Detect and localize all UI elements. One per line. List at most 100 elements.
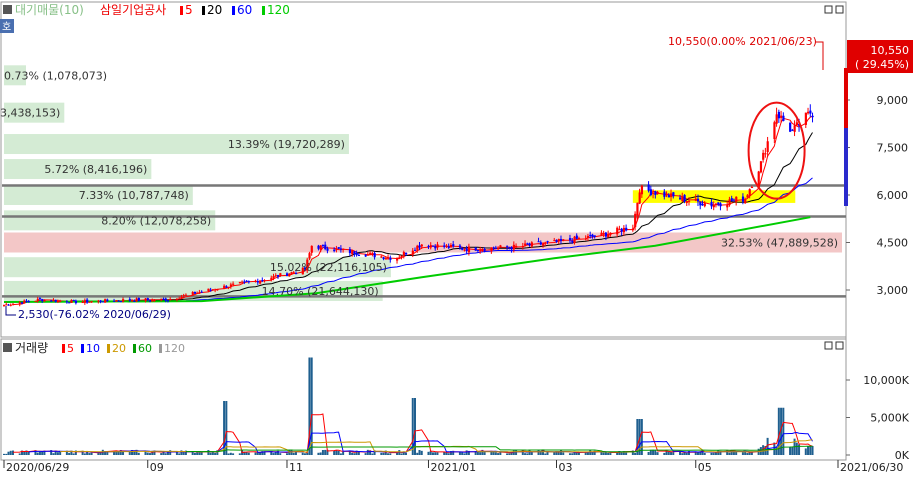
- candle-body: [411, 250, 414, 255]
- candle-body: [247, 281, 251, 283]
- candle-body: [591, 234, 594, 237]
- high-annotation: 10,550(0.00% 2021/06/23): [668, 35, 817, 48]
- volume-bar: [811, 446, 814, 455]
- candle-body: [809, 110, 812, 114]
- volume-bar: [209, 452, 212, 455]
- candle-body: [416, 245, 419, 250]
- volume-bar: [625, 452, 628, 455]
- volume-bar: [321, 449, 324, 455]
- volume-legend-swatch: [133, 344, 136, 353]
- candle-body: [135, 298, 138, 302]
- volume-bar: [508, 453, 511, 455]
- candle-body: [609, 232, 612, 235]
- candle-body: [9, 304, 12, 306]
- candle-body: [241, 281, 244, 283]
- candle-body: [128, 299, 131, 301]
- candle-body: [184, 294, 188, 296]
- volume-bar: [214, 452, 217, 455]
- volume-axis: 10,000K5,000K0K: [846, 374, 910, 462]
- x-tick-label: 2021/01: [430, 461, 476, 474]
- candle-body: [573, 236, 576, 244]
- candle-body: [86, 299, 89, 303]
- candle-body: [70, 300, 73, 303]
- candle-body: [339, 248, 343, 250]
- candle-body: [515, 245, 518, 247]
- volume-bar: [279, 453, 282, 455]
- candle-body: [317, 245, 320, 249]
- volume-bar: [663, 452, 666, 455]
- candle-body: [59, 300, 62, 302]
- volume-bar: [9, 450, 12, 455]
- candle-body: [398, 257, 401, 259]
- candle-body: [193, 291, 197, 294]
- volume-bar: [571, 453, 574, 455]
- volume-bar: [530, 452, 533, 455]
- volume-bar: [303, 453, 306, 455]
- candle-body: [604, 232, 608, 237]
- candle-body: [789, 122, 792, 132]
- volume-bar: [544, 453, 547, 455]
- volume-bar: [782, 407, 785, 455]
- candle-body: [50, 300, 53, 302]
- volume-bar: [539, 452, 542, 455]
- volume-bar: [670, 452, 673, 455]
- candle-body: [616, 227, 619, 235]
- volume-bar: [494, 452, 497, 455]
- ma-legend-swatch: [232, 6, 235, 15]
- candle-body: [259, 280, 262, 284]
- volume-legend-swatch: [81, 344, 84, 353]
- candle-body: [667, 195, 670, 198]
- volume-tick-label: 5,000K: [870, 412, 909, 425]
- candle-body: [732, 199, 736, 201]
- candle-body: [701, 203, 704, 206]
- candle-body: [166, 300, 170, 302]
- candle-body: [795, 122, 799, 126]
- volume-bar: [52, 453, 55, 455]
- volume-bar: [382, 452, 385, 455]
- candle-body: [744, 198, 747, 204]
- volume-bar: [735, 451, 738, 455]
- candle-body: [146, 298, 149, 300]
- candle-body: [681, 196, 684, 201]
- candle-body: [214, 289, 217, 291]
- candle-body: [467, 246, 471, 253]
- volume-bar: [791, 446, 794, 455]
- volume-bar: [795, 442, 798, 455]
- volume-bar: [380, 452, 383, 455]
- volume-bar: [537, 450, 540, 455]
- candle-body: [355, 253, 358, 256]
- volume-legend-swatch: [159, 344, 162, 353]
- candle-body: [434, 246, 437, 249]
- candle-body: [499, 245, 502, 248]
- volume-bar: [710, 452, 713, 455]
- candle-body: [730, 198, 733, 202]
- candle-body: [223, 285, 226, 289]
- candle-body: [245, 280, 248, 282]
- volume-bar: [324, 449, 327, 455]
- candle-body: [735, 196, 738, 202]
- volume-bar: [465, 450, 468, 455]
- ma-legend-swatch: [180, 6, 183, 15]
- volume-bar: [418, 450, 421, 455]
- candle-body: [148, 300, 152, 302]
- volume-bar: [178, 453, 181, 455]
- volume-bar: [681, 453, 684, 455]
- volume-bar: [5, 453, 8, 455]
- volume-bar: [11, 450, 14, 455]
- volume-bar: [227, 453, 230, 455]
- candle-body: [665, 193, 668, 196]
- volume-profile-label: 8.20% (12,078,258): [101, 214, 211, 227]
- volume-bar: [319, 452, 322, 455]
- volume-bar: [371, 453, 374, 455]
- candle-body: [791, 129, 794, 131]
- candle-body: [83, 300, 87, 303]
- candle-body: [577, 237, 581, 239]
- candle-body: [483, 248, 486, 251]
- volume-bar: [229, 452, 232, 455]
- candle-body: [494, 247, 498, 249]
- candle-body: [36, 298, 39, 302]
- volume-bar: [97, 453, 100, 455]
- volume-legend-label: 5: [67, 342, 74, 355]
- candle-body: [90, 301, 93, 303]
- candle-body: [68, 302, 71, 304]
